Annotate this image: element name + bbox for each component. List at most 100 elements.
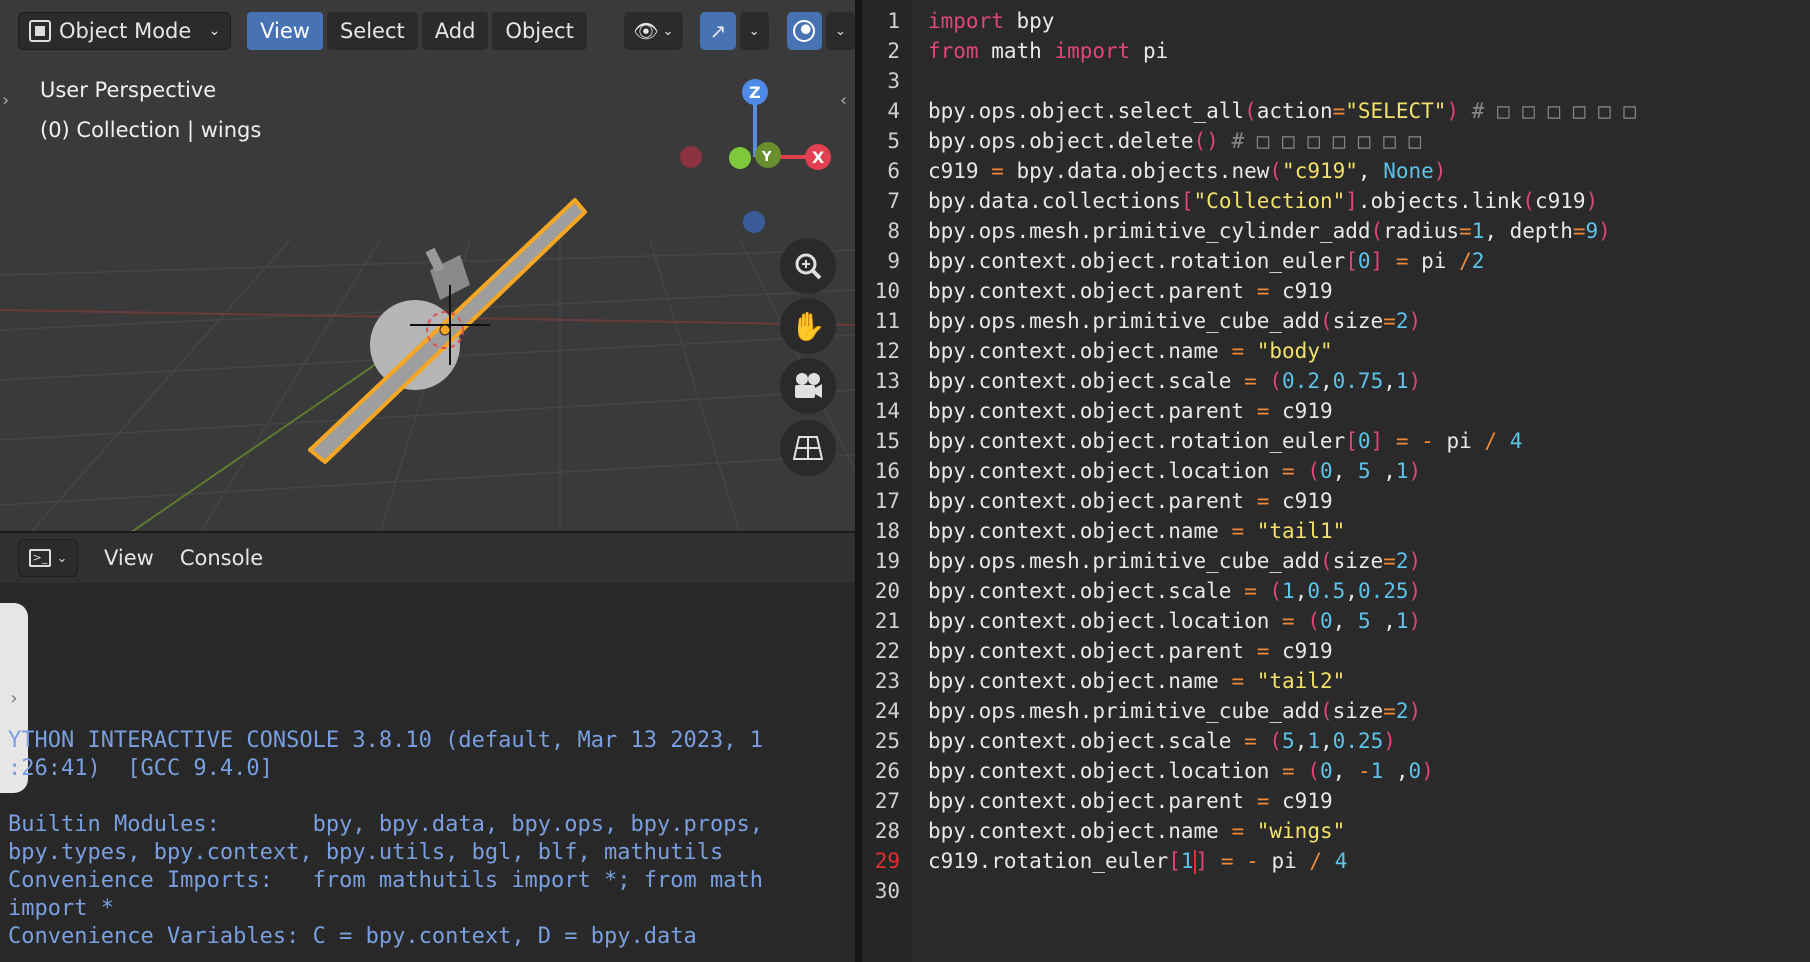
editor-type-dropdown[interactable]: >_ ⌄ [18, 539, 78, 577]
hand-pan-icon[interactable]: ✋ [780, 298, 836, 354]
console-line: Builtin Modules: bpy, bpy.data, bpy.ops,… [8, 812, 763, 837]
line-number: 21 [874, 609, 900, 633]
code-line[interactable]: bpy.context.object.name = "body" [928, 336, 1333, 366]
line-number: 11 [874, 309, 900, 333]
line-number: 22 [874, 639, 900, 663]
code-line[interactable]: bpy.context.object.scale = (0.2,0.75,1) [928, 366, 1421, 396]
code-line[interactable]: bpy.context.object.location = (0, 5 ,1) [928, 606, 1421, 636]
code-line[interactable]: c919 = bpy.data.objects.new("c919", None… [928, 156, 1446, 186]
menu-view[interactable]: View [247, 12, 323, 50]
code-line[interactable]: bpy.context.object.rotation_euler[0] = p… [928, 246, 1484, 276]
eye-icon: 👁 [633, 19, 659, 43]
line-number: 27 [874, 789, 900, 813]
code-line[interactable]: bpy.ops.mesh.primitive_cube_add(size=2) [928, 306, 1421, 336]
menu-object[interactable]: Object [492, 12, 587, 50]
text-editor[interactable]: 1 2 3 4 5 6 7 8 9 10 11 12 13 14 15 16 17 18 19 20 21 22 23 24 2… [862, 0, 1810, 962]
code-line[interactable]: bpy.context.object.parent = c919 [928, 396, 1333, 426]
overlay-toggle-button[interactable] [786, 12, 822, 50]
object-mode-label: Object Mode [59, 19, 192, 43]
zoom-icon[interactable] [780, 238, 836, 294]
gizmo-toggle-button[interactable]: ↗ [700, 12, 736, 50]
console-line: import * [8, 896, 114, 921]
chevron-down-icon: ⌄ [748, 23, 760, 39]
code-line[interactable]: bpy.context.object.parent = c919 [928, 786, 1333, 816]
visibility-dropdown[interactable]: 👁 ⌄ [624, 12, 683, 50]
code-line[interactable]: bpy.ops.mesh.primitive_cylinder_add(radi… [928, 216, 1611, 246]
orientation-gizmo: Z Y X [680, 79, 831, 233]
console-menu-console[interactable]: Console [180, 546, 263, 570]
code-line[interactable]: bpy.context.object.parent = c919 [928, 276, 1333, 306]
perspective-label: User Perspective [40, 78, 217, 102]
line-number: 3 [887, 69, 900, 93]
code-line[interactable]: bpy.context.object.parent = c919 [928, 636, 1333, 666]
line-number: 1 [887, 9, 900, 33]
line-number: 19 [874, 549, 900, 573]
line-number: 28 [874, 819, 900, 843]
menu-select[interactable]: Select [326, 12, 418, 50]
code-line[interactable]: bpy.ops.mesh.primitive_cube_add(size=2) [928, 696, 1421, 726]
vertical-area-divider[interactable] [855, 0, 862, 962]
line-number: 5 [887, 129, 900, 153]
chevron-right-icon: › [10, 687, 18, 709]
line-number: 26 [874, 759, 900, 783]
console-line: YTHON INTERACTIVE CONSOLE 3.8.10 (defaul… [8, 728, 763, 753]
line-number-gutter: 1 2 3 4 5 6 7 8 9 10 11 12 13 14 15 16 17 18 19 20 21 22 23 24 2… [862, 0, 912, 962]
code-line[interactable]: import bpy [928, 6, 1054, 36]
gizmo-options-dropdown[interactable]: ⌄ [739, 12, 769, 50]
line-number: 10 [874, 279, 900, 303]
code-line[interactable]: bpy.context.object.scale = (5,1,0.25) [928, 726, 1396, 756]
line-number: 4 [887, 99, 900, 123]
console-menu-view[interactable]: View [104, 546, 154, 570]
code-line[interactable]: bpy.context.object.location = (0, 5 ,1) [928, 456, 1421, 486]
code-line[interactable]: bpy.ops.mesh.primitive_cube_add(size=2) [928, 546, 1421, 576]
sidebar-expand-icon[interactable]: ‹ [840, 90, 847, 111]
line-number: 18 [874, 519, 900, 543]
line-number: 25 [874, 729, 900, 753]
code-line[interactable]: bpy.context.object.rotation_euler[0] = -… [928, 426, 1522, 456]
line-number: 8 [887, 219, 900, 243]
code-line[interactable]: from math import pi [928, 36, 1168, 66]
console-line: Convenience Variables: C = bpy.context, … [8, 924, 697, 949]
chevron-down-icon: ⌄ [662, 23, 674, 39]
line-number: 23 [874, 669, 900, 693]
line-number: 29 [874, 849, 900, 873]
gizmo-x-label: X [812, 148, 825, 167]
line-number: 30 [874, 879, 900, 903]
chevron-down-icon: ⌄ [834, 23, 846, 39]
line-number: 17 [874, 489, 900, 513]
line-number: 12 [874, 339, 900, 363]
line-number: 16 [874, 459, 900, 483]
line-number: 24 [874, 699, 900, 723]
code-line[interactable]: c919.rotation_euler[1] = - pi / 4 [928, 846, 1347, 876]
overlay-options-dropdown[interactable]: ⌄ [825, 12, 855, 50]
menu-add[interactable]: Add [421, 12, 489, 50]
code-line[interactable]: bpy.context.object.location = (0, -1 ,0) [928, 756, 1434, 786]
chevron-down-icon: ⌄ [208, 23, 221, 39]
object-mode-dropdown[interactable]: Object Mode ⌄ [18, 12, 232, 50]
python-console[interactable]: >_ ⌄ View Console › YTHON INTERACTIVE CO… [0, 533, 855, 962]
grid-ortho-icon[interactable] [780, 420, 836, 476]
code-line[interactable]: bpy.context.object.name = "wings" [928, 816, 1345, 846]
code-line[interactable]: bpy.context.object.scale = (1,0.5,0.25) [928, 576, 1421, 606]
gizmo-arrow-icon: ↗ [709, 19, 727, 43]
line-number: 2 [887, 39, 900, 63]
console-line: Convenience Imports: from mathutils impo… [8, 868, 763, 893]
line-number: 7 [887, 189, 900, 213]
collection-label: (0) Collection | wings [40, 118, 262, 142]
object-mode-icon [29, 20, 51, 42]
3d-viewport[interactable]: Z Y X Object Mode ⌄ View Select Add Obje… [0, 0, 855, 533]
line-number: 15 [874, 429, 900, 453]
code-line[interactable]: bpy.ops.object.select_all(action="SELECT… [928, 96, 1636, 126]
code-line[interactable]: bpy.context.object.parent = c919 [928, 486, 1333, 516]
code-line[interactable]: bpy.context.object.name = "tail1" [928, 516, 1345, 546]
code-line[interactable]: bpy.data.collections["Collection"].objec… [928, 186, 1598, 216]
line-number: 9 [887, 249, 900, 273]
line-number: 13 [874, 369, 900, 393]
code-line[interactable]: bpy.ops.object.delete() # □ □ □ □ □ □ □ [928, 126, 1421, 156]
console-line: :26:41) [GCC 9.4.0] [8, 756, 273, 781]
line-number: 14 [874, 399, 900, 423]
camera-icon[interactable] [780, 358, 836, 414]
code-line[interactable]: bpy.context.object.name = "tail2" [928, 666, 1345, 696]
toolbar-expand-icon[interactable]: › [2, 90, 9, 111]
console-icon: >_ [28, 549, 51, 567]
